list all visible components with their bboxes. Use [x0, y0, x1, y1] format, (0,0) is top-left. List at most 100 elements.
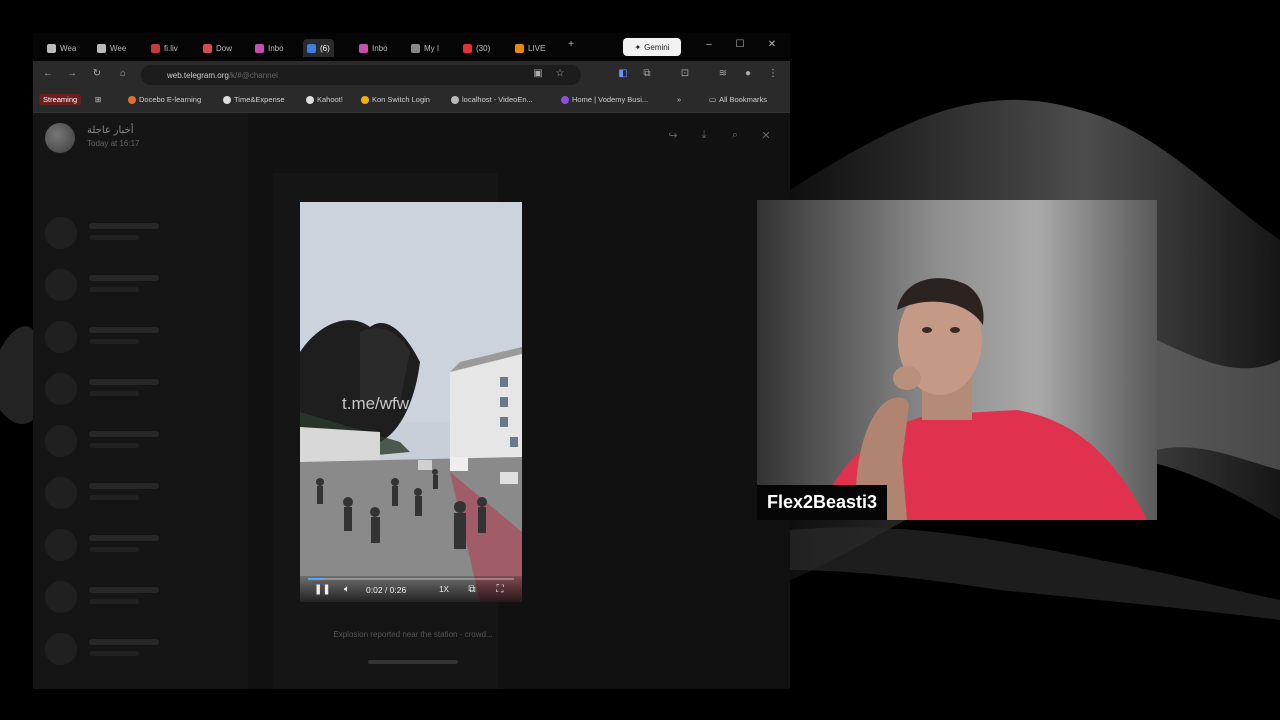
- apps-grid-icon[interactable]: ⊞: [95, 95, 101, 104]
- playback-speed[interactable]: 1X: [437, 585, 451, 594]
- bookmark-favicon-icon: [361, 95, 369, 104]
- chat-list-item[interactable]: [45, 317, 235, 357]
- chat-title-placeholder: [89, 379, 159, 385]
- chat-list-item[interactable]: [45, 369, 235, 409]
- folder-icon: ▭: [709, 95, 717, 104]
- tab-3[interactable]: Dow: [199, 39, 236, 57]
- streamer-name-label: Flex2Beasti3: [757, 485, 888, 520]
- address-bar[interactable]: web.telegram.org /k/#@channel: [141, 65, 581, 85]
- chat-preview-placeholder: [89, 391, 139, 396]
- tab-1[interactable]: Wee: [93, 39, 130, 57]
- bookmarks-overflow-icon[interactable]: »: [677, 95, 681, 104]
- picture-in-picture-icon[interactable]: ⧉: [465, 584, 479, 595]
- chat-list-item[interactable]: [45, 421, 235, 461]
- url-text: web.telegram.org: [167, 70, 229, 80]
- chat-preview-placeholder: [89, 495, 139, 500]
- bookmark-favicon-icon: [451, 95, 459, 104]
- chat-list-item[interactable]: [45, 265, 235, 305]
- tab-label: Inbo: [372, 43, 388, 53]
- bookmark-item[interactable]: Time&Expense: [223, 95, 285, 104]
- favicon-icon: [515, 43, 524, 53]
- bookmark-item[interactable]: Kon Switch Login: [361, 95, 430, 104]
- video-controls: ❚❚ 🔈︎ 0:02 / 0:26 1X ⧉ ⛶: [300, 576, 522, 602]
- tab-7[interactable]: My I: [407, 39, 443, 57]
- tab-label: (6): [320, 43, 330, 53]
- menu-kebab-icon[interactable]: ⋮: [766, 68, 780, 79]
- browser-window: ✦ Gemini – ☐ ✕ + Wea Wee fi.liv Dow Inbo (6) I…: [33, 33, 790, 689]
- video-player[interactable]: t.me/wfw ❚❚ 🔈︎ 0:02 / 0:26 1X ⧉ ⛶: [300, 202, 522, 602]
- avatar: [45, 217, 77, 249]
- fullscreen-icon[interactable]: ⛶: [493, 584, 507, 595]
- tab-label: Wea: [60, 43, 77, 53]
- avatar: [45, 477, 77, 509]
- forward-icon[interactable]: →: [65, 68, 79, 79]
- bookmark-label: localhost - VideoEn...: [462, 95, 533, 104]
- profile-icon[interactable]: ●: [741, 68, 755, 79]
- gemini-button[interactable]: ✦ Gemini: [623, 38, 681, 56]
- zoom-icon[interactable]: ⌕: [727, 129, 743, 142]
- webcam-overlay: [757, 200, 1157, 520]
- chat-list: [33, 113, 248, 689]
- chat-list-item[interactable]: [45, 525, 235, 565]
- bookmark-star-icon[interactable]: ☆: [553, 68, 567, 79]
- bookmark-item[interactable]: Streaming: [39, 94, 82, 105]
- bookmark-item[interactable]: Home | Vodemy Busi...: [561, 95, 648, 104]
- avatar[interactable]: [45, 123, 75, 153]
- forward-icon[interactable]: ↪: [665, 129, 681, 142]
- tab-label: Inbo: [268, 43, 284, 53]
- bookmark-label: Kahoot!: [317, 95, 343, 104]
- download-icon[interactable]: ⤓: [696, 129, 712, 142]
- video-progress-bar[interactable]: [308, 578, 514, 580]
- chat-title-placeholder: [89, 431, 159, 437]
- chat-title-placeholder: [89, 275, 159, 281]
- bookmark-item[interactable]: Docebo E-learning: [128, 95, 201, 104]
- home-icon[interactable]: ⌂: [116, 68, 130, 79]
- extension-icon[interactable]: ◧: [616, 68, 630, 79]
- back-icon[interactable]: ←: [41, 68, 55, 79]
- extensions-puzzle-icon[interactable]: ⧉: [640, 68, 654, 79]
- chat-preview-placeholder: [89, 443, 139, 448]
- reload-icon[interactable]: ↻: [90, 68, 104, 79]
- all-bookmarks[interactable]: ▭ All Bookmarks: [709, 95, 767, 104]
- bookmark-item[interactable]: localhost - VideoEn...: [451, 95, 533, 104]
- bookmark-favicon-icon: [128, 95, 136, 104]
- tab-9[interactable]: LIVE: [511, 39, 549, 57]
- new-tab-icon[interactable]: +: [563, 39, 579, 50]
- tab-0[interactable]: Wea: [43, 39, 80, 57]
- bookmark-label: Home | Vodemy Busi...: [572, 95, 649, 104]
- chat-preview-placeholder: [89, 235, 139, 240]
- translate-icon[interactable]: ≋: [716, 68, 730, 79]
- tab-label: fi.liv: [164, 43, 178, 53]
- webcam-feed: [757, 200, 1157, 520]
- bookmark-item[interactable]: Kahoot!: [306, 95, 343, 104]
- tab-6[interactable]: Inbo: [355, 39, 392, 57]
- tab-2[interactable]: fi.liv: [147, 39, 182, 57]
- chat-list-item[interactable]: [45, 473, 235, 513]
- close-viewer-icon[interactable]: ✕: [758, 129, 774, 142]
- tab-label: Wee: [110, 43, 127, 53]
- favicon-icon: [255, 43, 264, 53]
- tab-8[interactable]: (30): [459, 39, 494, 57]
- media-caption: Explosion reported near the station - cr…: [333, 630, 493, 639]
- minimize-icon[interactable]: –: [701, 39, 717, 50]
- telegram-page: أخبار عاجلة Today at 16:17 ↪ ⤓ ⌕ ✕ t.me/…: [33, 113, 790, 689]
- bookmark-label: Kon Switch Login: [372, 95, 430, 104]
- chat-title-placeholder: [89, 223, 159, 229]
- close-icon[interactable]: ✕: [764, 39, 780, 50]
- tab-5[interactable]: (6): [303, 39, 334, 57]
- pause-icon[interactable]: ❚❚: [314, 584, 331, 595]
- bookmark-favicon-icon: [306, 95, 314, 104]
- maximize-icon[interactable]: ☐: [732, 39, 748, 50]
- cast-icon[interactable]: ⊡: [678, 68, 692, 79]
- chat-list-item[interactable]: [45, 577, 235, 617]
- avatar: [45, 269, 77, 301]
- volume-icon[interactable]: 🔈︎: [340, 584, 354, 595]
- tab-label: Dow: [216, 43, 233, 53]
- avatar: [45, 529, 77, 561]
- chat-list-item[interactable]: [45, 213, 235, 253]
- install-icon[interactable]: ▣: [531, 68, 545, 79]
- bookmark-label: Streaming: [43, 95, 78, 104]
- chat-list-item[interactable]: [45, 629, 235, 669]
- tab-4[interactable]: Inbo: [251, 39, 288, 57]
- media-viewer-header: أخبار عاجلة Today at 16:17 ↪ ⤓ ⌕ ✕: [33, 113, 790, 163]
